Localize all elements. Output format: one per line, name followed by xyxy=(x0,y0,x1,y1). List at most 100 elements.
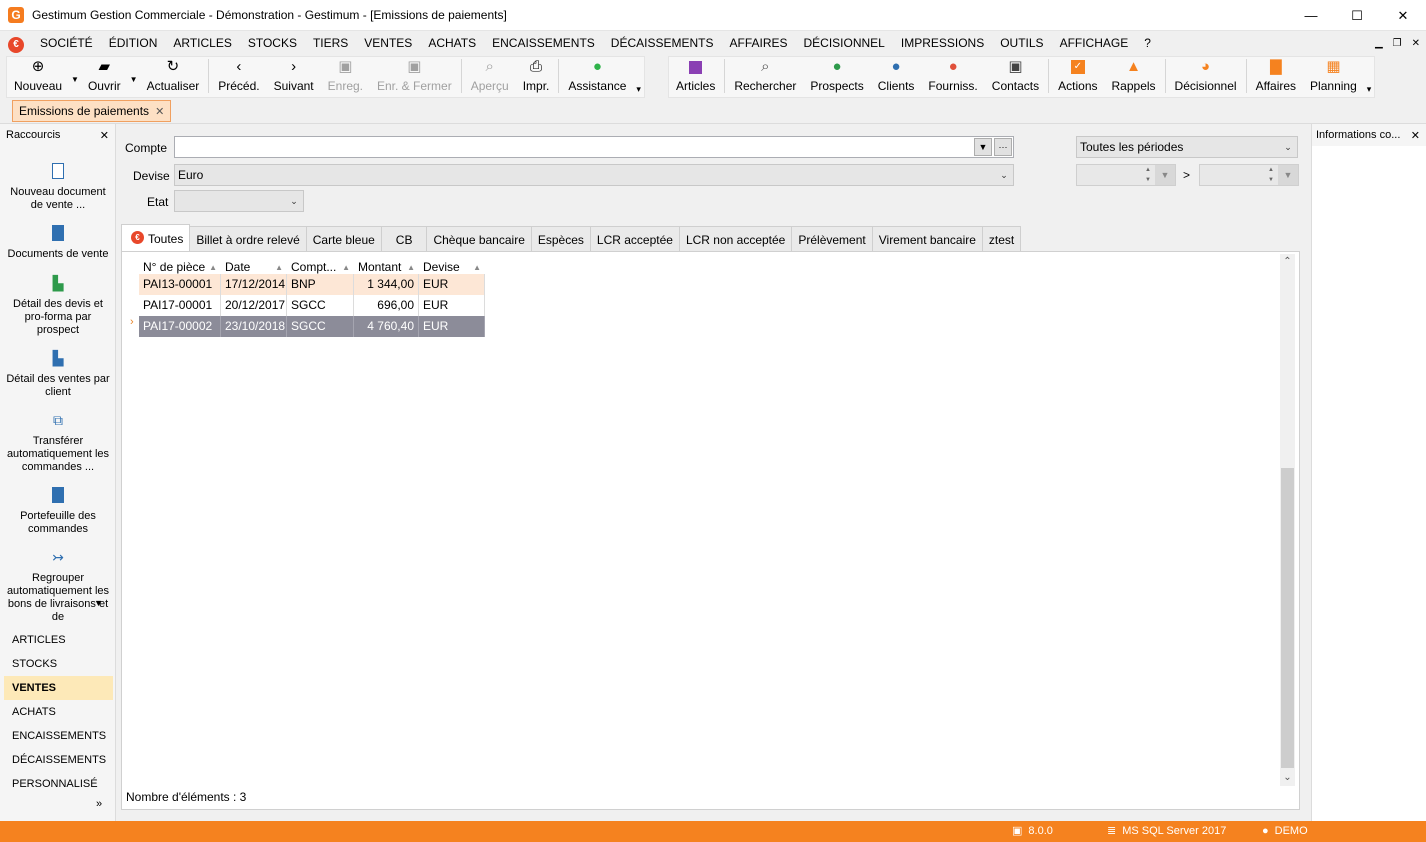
menu-achats[interactable]: ACHATS xyxy=(420,31,484,56)
mdi-restore-icon[interactable]: ❐ xyxy=(1393,31,1402,56)
toolbar-overflow-icon[interactable]: ▾ xyxy=(633,84,644,97)
search-button[interactable]: ⌕ Rechercher xyxy=(727,57,803,97)
compte-combo[interactable]: ▼ ··· xyxy=(174,136,1014,158)
close-panel-icon[interactable]: ✕ xyxy=(100,129,109,142)
tab-billet-ordre[interactable]: Billet à ordre relevé xyxy=(189,226,307,252)
minimize-button[interactable]: — xyxy=(1288,0,1334,31)
open-button[interactable]: ▰ Ouvrir xyxy=(81,57,128,97)
shortcut-group-deliveries[interactable]: ↣ Regrouper automatiquement les bons de … xyxy=(0,548,116,624)
period-select[interactable]: Toutes les périodes ⌄ xyxy=(1076,136,1298,158)
mdi-minimize-icon[interactable]: ▁ xyxy=(1375,31,1383,56)
articles-button[interactable]: Articles xyxy=(669,57,722,97)
actions-button[interactable]: ✓ Actions xyxy=(1051,57,1104,97)
tab-lcr-acceptee[interactable]: LCR acceptée xyxy=(589,226,680,252)
menu-decaissements[interactable]: DÉCAISSEMENTS xyxy=(603,31,722,56)
nav-more-icon[interactable]: » xyxy=(96,798,102,810)
print-button[interactable]: ⎙ Impr. xyxy=(516,57,557,97)
end-spin-icon[interactable]: ▲ ▼ xyxy=(1264,165,1278,185)
shortcut-sales-by-client[interactable]: ▙ Détail des ventes par client xyxy=(0,349,116,399)
tab-emissions-paiements[interactable]: Emissions de paiements ✕ xyxy=(12,100,172,122)
mdi-close-icon[interactable]: ✕ xyxy=(1412,31,1420,56)
menu-stocks[interactable]: STOCKS xyxy=(240,31,305,56)
shortcut-quotes-by-prospect[interactable]: ▙ Détail des devis et pro-forma par pros… xyxy=(0,274,116,337)
scroll-up-icon[interactable]: ⌃ xyxy=(1280,254,1295,270)
tab-toutes[interactable]: € Toutes xyxy=(121,224,191,252)
close-info-panel-icon[interactable]: ✕ xyxy=(1411,129,1420,142)
tab-virement-bancaire[interactable]: Virement bancaire xyxy=(871,226,983,252)
business-button[interactable]: ▇ Affaires xyxy=(1249,57,1303,97)
menu-articles[interactable]: ARTICLES xyxy=(165,31,239,56)
nav-ventes[interactable]: VENTES xyxy=(4,676,113,700)
nav-decaissements[interactable]: DÉCAISSEMENTS xyxy=(4,748,113,772)
shortcut-order-portfolio[interactable]: Portefeuille des commandes xyxy=(0,486,116,536)
shortcut-new-sale-document[interactable]: Nouveau document de vente ... xyxy=(0,162,116,212)
col-numero[interactable]: N° de pièce ▲ xyxy=(139,258,221,274)
tab-cb[interactable]: CB xyxy=(380,226,428,252)
table-row-selected[interactable]: PAI17-00002 23/10/2018 SGCC 4 760,40 EUR xyxy=(139,316,485,337)
planning-button[interactable]: ▦ Planning xyxy=(1303,57,1364,97)
col-date[interactable]: Date ▲ xyxy=(221,258,287,274)
tab-carte-bleue[interactable]: Carte bleue xyxy=(305,226,382,252)
close-tab-icon[interactable]: ✕ xyxy=(155,105,164,118)
menu-impressions[interactable]: IMPRESSIONS xyxy=(893,31,992,56)
open-dropdown-icon[interactable]: ▼ xyxy=(128,75,140,84)
new-dropdown-icon[interactable]: ▼ xyxy=(69,75,81,84)
menu-edition[interactable]: ÉDITION xyxy=(101,31,166,56)
reminders-button[interactable]: ▲ Rappels xyxy=(1105,57,1163,97)
menu-outils[interactable]: OUTILS xyxy=(992,31,1051,56)
col-devise[interactable]: Devise ▲ xyxy=(419,258,485,274)
menu-tiers[interactable]: TIERS xyxy=(305,31,356,56)
menu-affaires[interactable]: AFFAIRES xyxy=(721,31,795,56)
compte-dropdown-icon[interactable]: ▼ xyxy=(974,138,992,156)
menu-encaissements[interactable]: ENCAISSEMENTS xyxy=(484,31,603,56)
close-button[interactable]: ✕ xyxy=(1380,0,1426,31)
shortcut-sales-documents[interactable]: Documents de vente xyxy=(0,224,116,261)
suppliers-button[interactable]: ● Fourniss. xyxy=(921,57,984,97)
nav-achats[interactable]: ACHATS xyxy=(4,700,113,724)
col-compte[interactable]: Compt... ▲ xyxy=(287,258,354,274)
start-spin-icon[interactable]: ▲ ▼ xyxy=(1141,165,1155,185)
start-dropdown-icon[interactable]: ▼ xyxy=(1155,165,1175,185)
nav-stocks[interactable]: STOCKS xyxy=(4,652,113,676)
period-end-date[interactable]: ▲ ▼ ▼ xyxy=(1199,164,1299,186)
table-row[interactable]: PAI13-00001 17/12/2014 BNP 1 344,00 EUR xyxy=(139,274,485,295)
nav-articles[interactable]: ARTICLES xyxy=(4,628,113,652)
shortcut-transfer-orders[interactable]: ⧉ Transférer automatiquement les command… xyxy=(0,411,116,474)
end-dropdown-icon[interactable]: ▼ xyxy=(1278,165,1298,185)
compte-browse-button[interactable]: ··· xyxy=(994,138,1012,156)
table-row[interactable]: PAI17-00001 20/12/2017 SGCC 696,00 EUR xyxy=(139,295,485,316)
nav-personnalise[interactable]: PERSONNALISÉ xyxy=(4,772,113,796)
prospects-button[interactable]: ● Prospects xyxy=(803,57,870,97)
tab-lcr-non-acceptee[interactable]: LCR non acceptée xyxy=(678,226,793,252)
period-start-date[interactable]: ▲ ▼ ▼ xyxy=(1076,164,1176,186)
save-close-button[interactable]: ▣ Enr. & Fermer xyxy=(370,57,459,97)
tab-prelevement[interactable]: Prélèvement xyxy=(791,226,873,252)
grid-vertical-scrollbar[interactable]: ⌃ ⌄ xyxy=(1280,254,1295,786)
new-button[interactable]: ⊕ Nouveau xyxy=(7,57,69,97)
menu-decisionnel[interactable]: DÉCISIONNEL xyxy=(796,31,893,56)
maximize-button[interactable]: ☐ xyxy=(1334,0,1380,31)
nav-encaissements[interactable]: ENCAISSEMENTS xyxy=(4,724,113,748)
tab-especes[interactable]: Espèces xyxy=(530,226,591,252)
menu-affichage[interactable]: AFFICHAGE xyxy=(1052,31,1137,56)
etat-select[interactable]: ⌄ xyxy=(174,190,304,212)
scroll-thumb[interactable] xyxy=(1281,468,1294,768)
shortcuts-scroll-down-icon[interactable]: ▼ xyxy=(94,598,103,608)
next-button[interactable]: › Suivant xyxy=(267,57,321,97)
devise-select[interactable]: Euro ⌄ xyxy=(174,164,1014,186)
scroll-down-icon[interactable]: ⌄ xyxy=(1280,770,1295,786)
menu-ventes[interactable]: VENTES xyxy=(356,31,420,56)
refresh-button[interactable]: ↻ Actualiser xyxy=(140,57,207,97)
clients-button[interactable]: ● Clients xyxy=(871,57,922,97)
toolbar2-overflow-icon[interactable]: ▾ xyxy=(1364,84,1375,97)
menu-societe[interactable]: SOCIÉTÉ xyxy=(32,31,101,56)
decisional-button[interactable]: ◕ Décisionnel xyxy=(1168,57,1244,97)
menu-help[interactable]: ? xyxy=(1136,31,1159,56)
previous-button[interactable]: ‹ Précéd. xyxy=(211,57,266,97)
contacts-button[interactable]: ▣ Contacts xyxy=(985,57,1046,97)
preview-button[interactable]: ⌕ Aperçu xyxy=(464,57,516,97)
col-montant[interactable]: Montant ▲ xyxy=(354,258,419,274)
tab-cheque-bancaire[interactable]: Chèque bancaire xyxy=(426,226,532,252)
tab-ztest[interactable]: ztest xyxy=(981,226,1022,252)
assistance-button[interactable]: ● Assistance xyxy=(561,57,633,97)
